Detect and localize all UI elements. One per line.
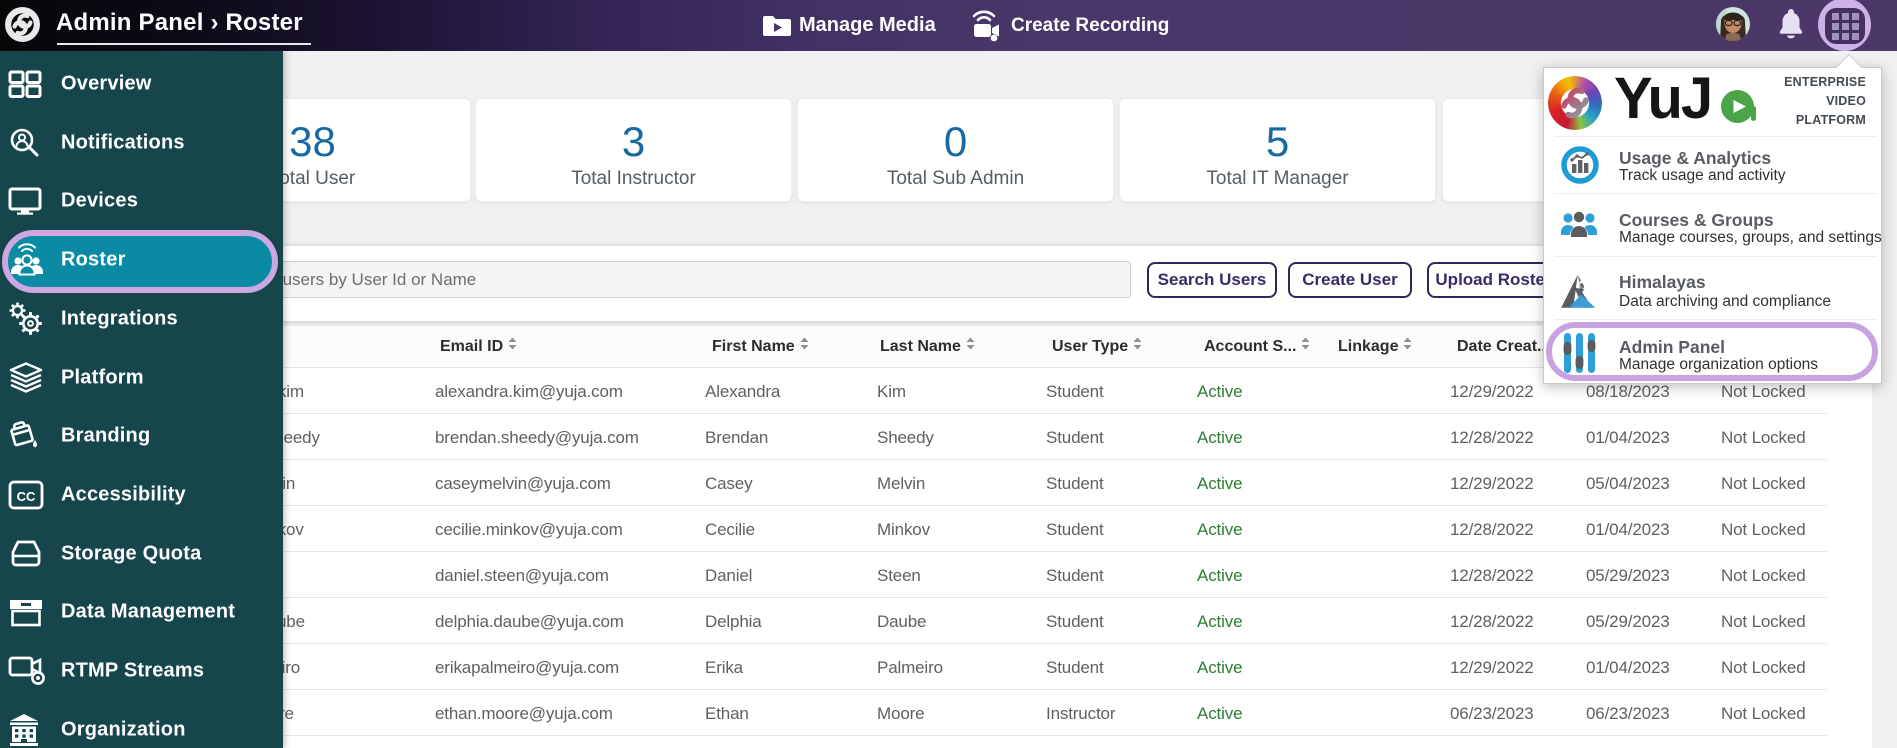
svg-text:CC: CC [17, 489, 36, 504]
